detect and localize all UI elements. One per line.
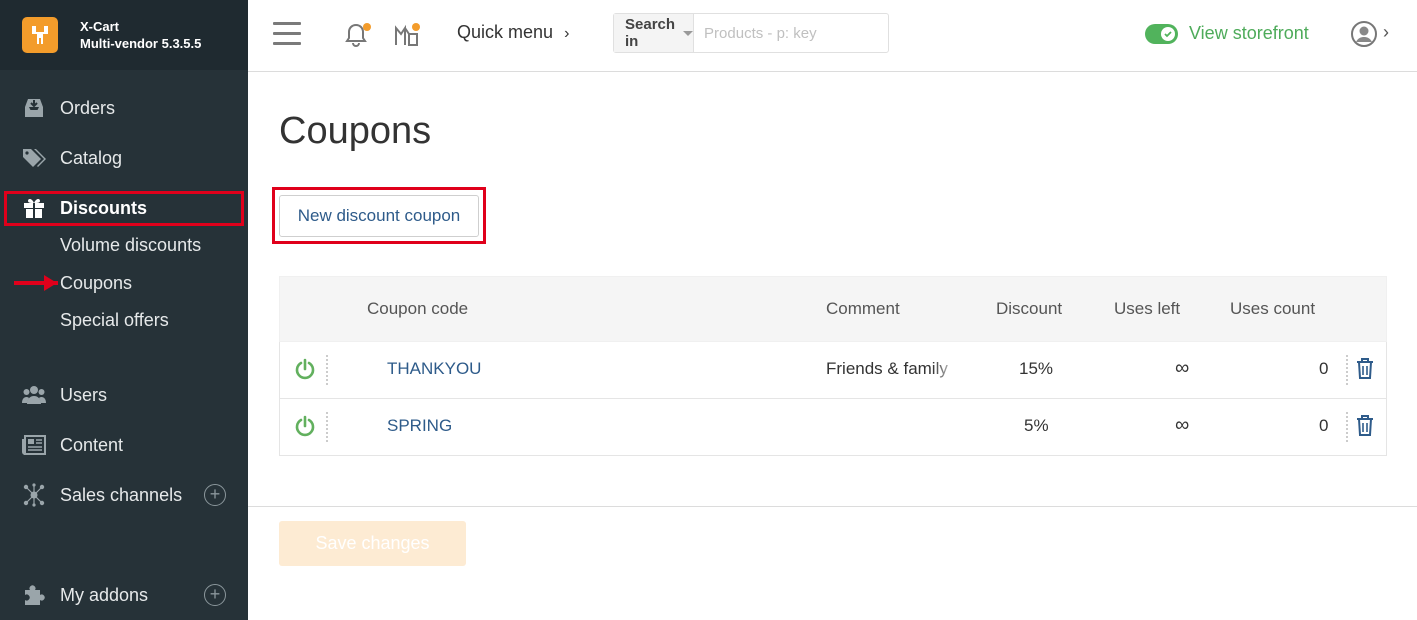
row-divider xyxy=(326,355,328,385)
power-toggle-icon[interactable] xyxy=(294,358,318,382)
search-box: Search in xyxy=(613,13,904,53)
sidebar-subitem-special-offers[interactable]: Special offers xyxy=(60,307,169,333)
coupon-discount: 15% xyxy=(1019,359,1054,378)
header-uses-left[interactable]: Uses left xyxy=(1114,299,1180,319)
sidebar-item-my-addons[interactable]: My addons + xyxy=(0,571,248,619)
topbar: Quick menu › Search in View storefront › xyxy=(248,0,1417,72)
uses-left-infinity: ∞ xyxy=(1175,357,1190,379)
marketplace-notifications-icon[interactable] xyxy=(393,20,423,50)
coupons-table: Coupon code Comment Discount Uses left U… xyxy=(279,276,1387,456)
header-comment[interactable]: Comment xyxy=(826,299,900,319)
brand: X-Cart Multi-vendor 5.3.5.5 xyxy=(0,0,248,70)
main-content: Coupons New discount coupon Coupon code … xyxy=(248,72,1417,620)
search-in-label: Search in xyxy=(625,16,676,50)
search-input[interactable] xyxy=(694,14,904,52)
sidebar-item-content[interactable]: Content xyxy=(0,421,248,469)
brand-name: X-Cart xyxy=(80,19,120,34)
sidebar-item-label: Content xyxy=(60,434,124,455)
storefront-toggle[interactable] xyxy=(1145,24,1178,44)
red-arrow-head xyxy=(44,275,57,291)
chevron-right-icon: › xyxy=(564,25,570,42)
expand-sales-channels-button[interactable]: + xyxy=(204,484,226,506)
sidebar-item-users[interactable]: Users xyxy=(0,371,248,419)
inbox-icon xyxy=(22,96,46,120)
table-row: SPRING 5% ∞ 0 xyxy=(279,399,1387,456)
sidebar-item-label: My addons xyxy=(60,584,149,605)
row-divider xyxy=(1346,412,1348,442)
sidebar: X-Cart Multi-vendor 5.3.5.5 Orders Catal… xyxy=(0,0,248,620)
coupon-discount: 5% xyxy=(1024,416,1049,435)
chevron-down-icon xyxy=(683,30,694,36)
sidebar-item-label: Orders xyxy=(60,97,116,118)
sidebar-item-orders[interactable]: Orders xyxy=(0,84,248,132)
sidebar-item-label: Catalog xyxy=(60,147,123,168)
quick-menu-button[interactable]: Quick menu › xyxy=(457,22,569,43)
search-in-dropdown[interactable]: Search in xyxy=(614,14,695,52)
discounts-highlight-box xyxy=(4,191,244,226)
user-avatar-icon[interactable] xyxy=(1351,21,1377,47)
coupon-uses-count: 0 xyxy=(1319,416,1329,435)
coupon-code-link[interactable]: SPRING xyxy=(387,416,452,436)
footer-divider xyxy=(248,506,1417,507)
coupon-uses-count: 0 xyxy=(1319,359,1329,378)
trash-icon[interactable] xyxy=(1355,357,1377,381)
header-discount[interactable]: Discount xyxy=(996,299,1062,319)
hamburger-menu-icon[interactable] xyxy=(273,22,301,46)
brand-edition: Multi-vendor 5.3.5.5 xyxy=(80,36,202,51)
row-divider xyxy=(326,412,328,442)
sidebar-item-label: Sales channels xyxy=(60,484,183,505)
view-storefront-link[interactable]: View storefront xyxy=(1189,23,1309,44)
coupon-comment: Friends & family xyxy=(826,359,948,378)
sidebar-subitem-volume-discounts[interactable]: Volume discounts xyxy=(60,232,201,258)
check-icon xyxy=(1161,27,1175,41)
newspaper-icon xyxy=(22,433,46,457)
table-row: THANKYOU Friends & family 15% ∞ 0 xyxy=(279,342,1387,399)
new-button-highlight-box xyxy=(272,187,486,244)
page-title: Coupons xyxy=(279,110,432,152)
header-uses-count[interactable]: Uses count xyxy=(1230,299,1315,319)
tags-icon xyxy=(22,146,46,170)
users-icon xyxy=(22,383,46,407)
expand-my-addons-button[interactable]: + xyxy=(204,584,226,606)
sidebar-item-catalog[interactable]: Catalog xyxy=(0,134,248,182)
save-changes-button[interactable]: Save changes xyxy=(279,521,466,566)
table-header: Coupon code Comment Discount Uses left U… xyxy=(279,276,1387,342)
sidebar-subitem-coupons[interactable]: Coupons xyxy=(60,270,132,296)
uses-left-infinity: ∞ xyxy=(1175,414,1190,436)
coupon-code-link[interactable]: THANKYOU xyxy=(387,359,481,379)
chevron-right-icon[interactable]: › xyxy=(1383,22,1389,43)
bell-icon[interactable] xyxy=(342,20,372,50)
header-coupon-code[interactable]: Coupon code xyxy=(367,299,468,319)
power-toggle-icon[interactable] xyxy=(294,415,318,439)
quick-menu-label: Quick menu xyxy=(457,22,554,42)
trash-icon[interactable] xyxy=(1355,414,1377,438)
puzzle-icon xyxy=(22,583,46,607)
row-divider xyxy=(1346,355,1348,385)
sidebar-item-label: Users xyxy=(60,384,108,405)
sidebar-item-sales-channels[interactable]: Sales channels + xyxy=(0,471,248,519)
xcart-logo-icon[interactable] xyxy=(22,17,58,53)
network-icon xyxy=(22,483,46,507)
